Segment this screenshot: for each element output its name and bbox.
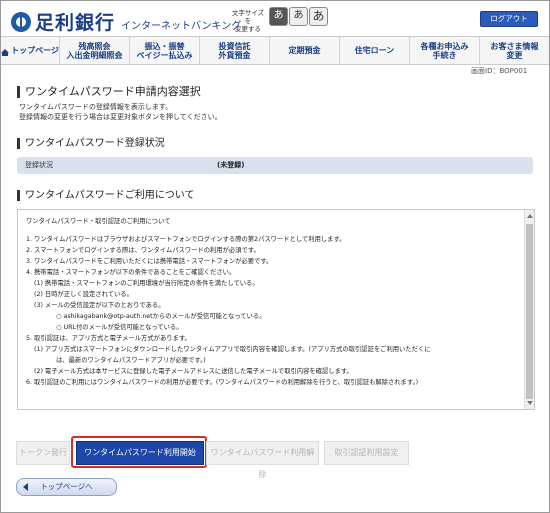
usage-terms-box[interactable]: ワンタイムパスワード・取引認証のご利用について 1. ワンタイムパスワードはブラ… [17, 209, 535, 410]
nav-item-label: お客さま情報 [490, 41, 539, 51]
nav-item-label: 外貨預金 [218, 50, 251, 60]
scroll-up-icon[interactable] [527, 214, 533, 218]
usage-terms-heading: ワンタイムパスワードご利用について [17, 190, 195, 201]
header: 足利銀行 インターネットバンキング 文字サイズを 変更する あ あ あ ログアウ… [1, 1, 549, 34]
nav-item-customer-info[interactable]: お客さま情報 変更 [480, 37, 549, 64]
terms-line: 3. ワンタイムパスワードをご利用いただくには携帯電話・スマートフォンが必要です… [26, 258, 273, 265]
terms-line: 6. 取引認証のご利用にはワンタイムパスワードの利用が必要です。(ワンタイムパス… [26, 379, 419, 386]
font-size-large-button[interactable]: あ [309, 7, 328, 26]
nav-item-label: 住宅ローン [354, 46, 395, 55]
transaction-auth-settings-button[interactable]: 取引認証利用設定 [324, 441, 409, 465]
nav-item-label: 投資信託 [218, 41, 251, 51]
nav-item-label: 変更 [506, 50, 523, 60]
font-size-label-line2: 変更する [235, 25, 261, 33]
page-description: ワンタイムパスワードの登録情報を表示します。 登録情報の変更を行う場合は変更対象… [19, 102, 222, 122]
font-size-small-button[interactable]: あ [269, 7, 288, 26]
nav-item-housing-loan[interactable]: 住宅ローン [340, 37, 410, 64]
terms-line: 2. スマートフォンでログインする際は、ワンタイムパスワードの利用が必須です。 [26, 247, 260, 254]
terms-line: (1) アプリ方式はスマートフォンにダウンロードしたワンタイムアプリで取引内容を… [34, 346, 431, 353]
terms-line: ○ ashikagabank@otp-auth.netからのメールが受信可能とな… [56, 313, 266, 320]
issue-token-button[interactable]: トークン発行 [16, 441, 70, 465]
nav-item-label: 残高照会 [78, 41, 111, 51]
terms-line: 4. 携帯電話・スマートフォンが以下の条件であることをご確認ください。 [26, 269, 236, 276]
terms-line: は、最新のワンタイムパスワードアプリが必要です。) [56, 357, 206, 364]
back-to-top-label: トップページへ [40, 482, 93, 491]
terms-line: 1. ワンタイムパスワードはブラウザおよびスマートフォンでログインする際の第2パ… [26, 236, 346, 243]
registration-status-heading: ワンタイムパスワード登録状況 [17, 138, 165, 149]
back-arrow-icon [23, 483, 28, 491]
bank-name: 足利銀行 [35, 12, 116, 34]
terms-line: ○ URL付のメールが受信可能となっている。 [56, 324, 183, 331]
font-size-medium-button[interactable]: あ [289, 7, 308, 26]
status-label: 登録状況 [25, 161, 53, 169]
nav-item-label: トップページ [11, 46, 59, 55]
back-to-top-button[interactable]: トップページへ [16, 478, 117, 496]
bank-logo-icon [11, 11, 31, 32]
page-frame: 足利銀行 インターネットバンキング 文字サイズを 変更する あ あ あ ログアウ… [0, 0, 550, 513]
nav-item-balance[interactable]: 残高照会 入出金明細照会 [60, 37, 130, 64]
terms-line: (2) 日時が正しく設定されている。 [34, 291, 133, 298]
font-size-label: 文字サイズを 変更する [229, 9, 267, 33]
terms-scrollbar[interactable] [524, 210, 534, 409]
terms-line: ワンタイムパスワード・取引認証のご利用について [26, 218, 171, 225]
nav-item-label: ペイジー払込み [136, 50, 193, 60]
nav-item-applications[interactable]: 各種お申込み 手続き [410, 37, 480, 64]
nav-item-label: 振込・振替 [144, 41, 185, 51]
nav-item-label: 各種お申込み [420, 41, 469, 51]
scrollbar-thumb[interactable] [526, 224, 533, 399]
terms-line: (2) 電子メール方式は本サービスに登録した電子メールアドレスに送信した電子メー… [34, 368, 353, 375]
nav-item-label: 入出金明細照会 [66, 50, 123, 60]
terms-line: (3) メールの受信設定が以下のとおりである。 [34, 302, 165, 309]
page-title: ワンタイムパスワード申請内容選択 [17, 86, 201, 98]
nav-item-investment[interactable]: 投資信託 外貨預金 [200, 37, 270, 64]
screen-id: 画面ID：BOP001 [471, 67, 528, 75]
home-icon [1, 48, 10, 56]
cancel-onetime-password-button[interactable]: ワンタイムパスワード利用解除 [206, 441, 319, 479]
logout-button[interactable]: ログアウト [480, 11, 538, 27]
description-line: 登録情報の変更を行う場合は変更対象ボタンを押してください。 [19, 113, 222, 121]
bank-logo[interactable]: 足利銀行 インターネットバンキング [11, 8, 241, 35]
status-value: (未登録) [217, 161, 245, 169]
nav-item-fixed-deposit[interactable]: 定期預金 [270, 37, 340, 64]
nav-item-top[interactable]: トップページ [1, 37, 60, 64]
service-name: インターネットバンキング [121, 21, 242, 32]
main-nav: トップページ 残高照会 入出金明細照会 振込・振替 ペイジー払込み 投資信託 外貨預金… [1, 36, 549, 65]
start-button-highlight: ワンタイムパスワード利用開始 [71, 436, 207, 468]
font-size-label-line1: 文字サイズを [231, 9, 265, 25]
nav-item-transfer[interactable]: 振込・振替 ペイジー払込み [130, 37, 200, 64]
terms-line: 5. 取引認証は、アプリ方式と電子メール方式があります。 [26, 335, 191, 342]
nav-item-label: 定期預金 [288, 46, 321, 55]
scroll-down-icon[interactable] [527, 401, 533, 405]
start-onetime-password-button[interactable]: ワンタイムパスワード利用開始 [76, 441, 204, 465]
terms-line: (1) 携帯電話・スマートフォンのご利用環境が当行所定の条件を満たしている。 [34, 280, 259, 287]
description-line: ワンタイムパスワードの登録情報を表示します。 [19, 103, 173, 111]
usage-terms-text: ワンタイムパスワード・取引認証のご利用について 1. ワンタイムパスワードはブラ… [26, 216, 516, 388]
nav-item-label: 手続き [432, 50, 457, 60]
registration-status-row: 登録状況 (未登録) [17, 157, 533, 174]
